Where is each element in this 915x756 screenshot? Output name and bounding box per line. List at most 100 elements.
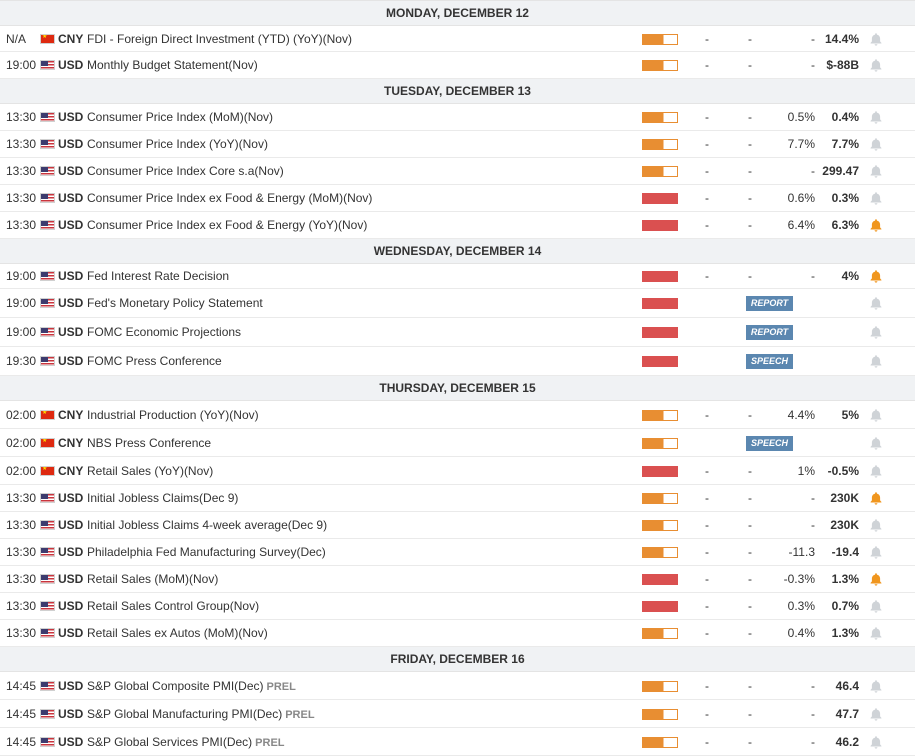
event-row[interactable]: 13:30 USD Consumer Price Index ex Food & E… [0,212,915,239]
bell-alert-active-icon[interactable] [869,218,883,232]
event-row[interactable]: 13:30 USD Initial Jobless Claims(Dec 9) - - -… [0,485,915,512]
event-row[interactable]: 14:45 USD S&P Global Services PMI(Dec) PREL… [0,728,915,756]
bell-alert-icon[interactable] [869,735,883,749]
event-name-text[interactable]: FOMC Press Conference [87,354,222,368]
bell-alert-active-icon[interactable] [869,269,883,283]
event-name-text[interactable]: Industrial Production (YoY)(Nov) [87,408,259,422]
bell-alert-icon[interactable] [869,58,883,72]
event-name[interactable]: Initial Jobless Claims(Dec 9) [87,490,238,506]
event-row[interactable]: N/A CNYFDI - Foreign Direct Investment (Y… [0,26,915,52]
event-name-text[interactable]: Retail Sales ex Autos (MoM)(Nov) [87,626,268,640]
event-name[interactable]: Consumer Price Index Core s.a(Nov) [87,163,284,179]
event-row[interactable]: 13:30 USD Retail Sales ex Autos (MoM)(Nov)… [0,620,915,647]
event-name[interactable]: Industrial Production (YoY)(Nov) [87,407,259,423]
speech-badge[interactable]: SPEECH [746,354,793,369]
bell-alert-icon[interactable] [869,545,883,559]
event-name-text[interactable]: Consumer Price Index (MoM)(Nov) [87,110,273,124]
bell-alert-icon[interactable] [869,164,883,178]
event-name[interactable]: Philadelphia Fed Manufacturing Survey(De… [87,544,326,560]
bell-alert-icon[interactable] [869,296,883,310]
event-row[interactable]: 19:00 USD Monthly Budget Statement(Nov) - - -… [0,52,915,79]
event-name[interactable]: S&P Global Services PMI(Dec) PREL [87,734,285,751]
event-name-text[interactable]: Initial Jobless Claims 4-week average(De… [87,518,327,532]
event-name[interactable]: Consumer Price Index ex Food & Energy (M… [87,190,372,206]
event-row[interactable]: 02:00 CNYRetail Sales (YoY)(Nov) - - 1% -0.5% [0,457,915,485]
bell-alert-icon[interactable] [869,518,883,532]
currency-code: USD [58,296,84,310]
bell-alert-icon[interactable] [869,325,883,339]
event-name-text[interactable]: Fed Interest Rate Decision [87,269,229,283]
event-name-text[interactable]: S&P Global Services PMI(Dec) [87,735,252,749]
event-time: 13:30 [6,164,37,178]
bell-alert-icon[interactable] [869,464,883,478]
event-name-text[interactable]: FDI - Foreign Direct Investment (YTD) (Y… [87,32,352,46]
bell-alert-icon[interactable] [869,354,883,368]
bell-alert-active-icon[interactable] [869,491,883,505]
event-row[interactable]: 14:45 USD S&P Global Manufacturing PMI(Dec… [0,700,915,728]
event-row[interactable]: 19:30 USD FOMC Press Conference SPEECH [0,347,915,376]
event-name[interactable]: FDI - Foreign Direct Investment (YTD) (Y… [87,31,352,47]
event-row[interactable]: 19:00 USD Fed's Monetary Policy Statement R… [0,289,915,318]
bell-alert-icon[interactable] [869,191,883,205]
bell-alert-icon[interactable] [869,32,883,46]
event-row[interactable]: 13:30 USD Retail Sales (MoM)(Nov) - - -0.3% 1.… [0,566,915,593]
event-name[interactable]: Retail Sales (YoY)(Nov) [87,463,213,479]
event-name-text[interactable]: NBS Press Conference [87,436,211,450]
event-name-text[interactable]: Consumer Price Index (YoY)(Nov) [87,137,268,151]
event-name[interactable]: Monthly Budget Statement(Nov) [87,57,258,73]
bell-alert-icon[interactable] [869,436,883,450]
event-name[interactable]: Consumer Price Index ex Food & Energy (Y… [87,217,367,233]
event-name-text[interactable]: Initial Jobless Claims(Dec 9) [87,491,238,505]
event-row[interactable]: 14:45 USD S&P Global Composite PMI(Dec) PRE… [0,672,915,700]
event-name-text[interactable]: Philadelphia Fed Manufacturing Survey(De… [87,545,326,559]
event-name[interactable]: FOMC Press Conference [87,353,222,369]
event-name[interactable]: Retail Sales (MoM)(Nov) [87,571,218,587]
actual-value: - [705,164,709,178]
event-name-text[interactable]: Retail Sales (YoY)(Nov) [87,464,213,478]
event-name-text[interactable]: S&P Global Composite PMI(Dec) [87,679,264,693]
bell-alert-icon[interactable] [869,679,883,693]
bell-alert-icon[interactable] [869,110,883,124]
bell-alert-icon[interactable] [869,137,883,151]
event-name[interactable]: Fed Interest Rate Decision [87,268,229,284]
event-name[interactable]: S&P Global Composite PMI(Dec) PREL [87,678,296,695]
event-name[interactable]: Retail Sales ex Autos (MoM)(Nov) [87,625,268,641]
event-row[interactable]: 13:30 USD Philadelphia Fed Manufacturing S… [0,539,915,566]
event-row[interactable]: 19:00 USD FOMC Economic Projections REPORT [0,318,915,347]
event-name-text[interactable]: Retail Sales Control Group(Nov) [87,599,259,613]
event-row[interactable]: 13:30 USD Consumer Price Index (YoY)(Nov) -… [0,131,915,158]
event-name[interactable]: Initial Jobless Claims 4-week average(De… [87,517,327,533]
bell-alert-icon[interactable] [869,707,883,721]
event-row[interactable]: 13:30 USD Consumer Price Index (MoM)(Nov) -… [0,104,915,131]
event-name-text[interactable]: S&P Global Manufacturing PMI(Dec) [87,707,282,721]
event-row[interactable]: 13:30 USD Consumer Price Index Core s.a(No… [0,158,915,185]
bell-alert-icon[interactable] [869,408,883,422]
event-name-text[interactable]: Retail Sales (MoM)(Nov) [87,572,218,586]
event-name-text[interactable]: Consumer Price Index ex Food & Energy (M… [87,191,372,205]
speech-badge[interactable]: SPEECH [746,436,793,451]
event-name[interactable]: Consumer Price Index (YoY)(Nov) [87,136,268,152]
event-row[interactable]: 13:30 USD Initial Jobless Claims 4-week av… [0,512,915,539]
event-name[interactable]: FOMC Economic Projections [87,324,241,340]
report-badge[interactable]: REPORT [746,296,793,311]
report-badge[interactable]: REPORT [746,325,793,340]
event-row[interactable]: 02:00 CNYNBS Press Conference SPEECH [0,429,915,457]
event-row[interactable]: 13:30 USD Consumer Price Index ex Food & E… [0,185,915,212]
event-name[interactable]: Consumer Price Index (MoM)(Nov) [87,109,273,125]
event-row[interactable]: 02:00 CNYIndustrial Production (YoY)(Nov)… [0,401,915,429]
event-name-text[interactable]: FOMC Economic Projections [87,325,241,339]
event-name[interactable]: S&P Global Manufacturing PMI(Dec) PREL [87,706,315,723]
event-name[interactable]: NBS Press Conference [87,435,211,451]
bell-alert-active-icon[interactable] [869,572,883,586]
event-name[interactable]: Fed's Monetary Policy Statement [87,295,263,311]
us-flag-icon [40,493,55,503]
bell-alert-icon[interactable] [869,626,883,640]
event-name[interactable]: Retail Sales Control Group(Nov) [87,598,259,614]
event-name-text[interactable]: Consumer Price Index ex Food & Energy (Y… [87,218,367,232]
event-name-text[interactable]: Monthly Budget Statement(Nov) [87,58,258,72]
event-name-text[interactable]: Fed's Monetary Policy Statement [87,296,263,310]
event-name-text[interactable]: Consumer Price Index Core s.a(Nov) [87,164,284,178]
event-row[interactable]: 13:30 USD Retail Sales Control Group(Nov) -… [0,593,915,620]
bell-alert-icon[interactable] [869,599,883,613]
event-row[interactable]: 19:00 USD Fed Interest Rate Decision - - - 4% [0,264,915,289]
